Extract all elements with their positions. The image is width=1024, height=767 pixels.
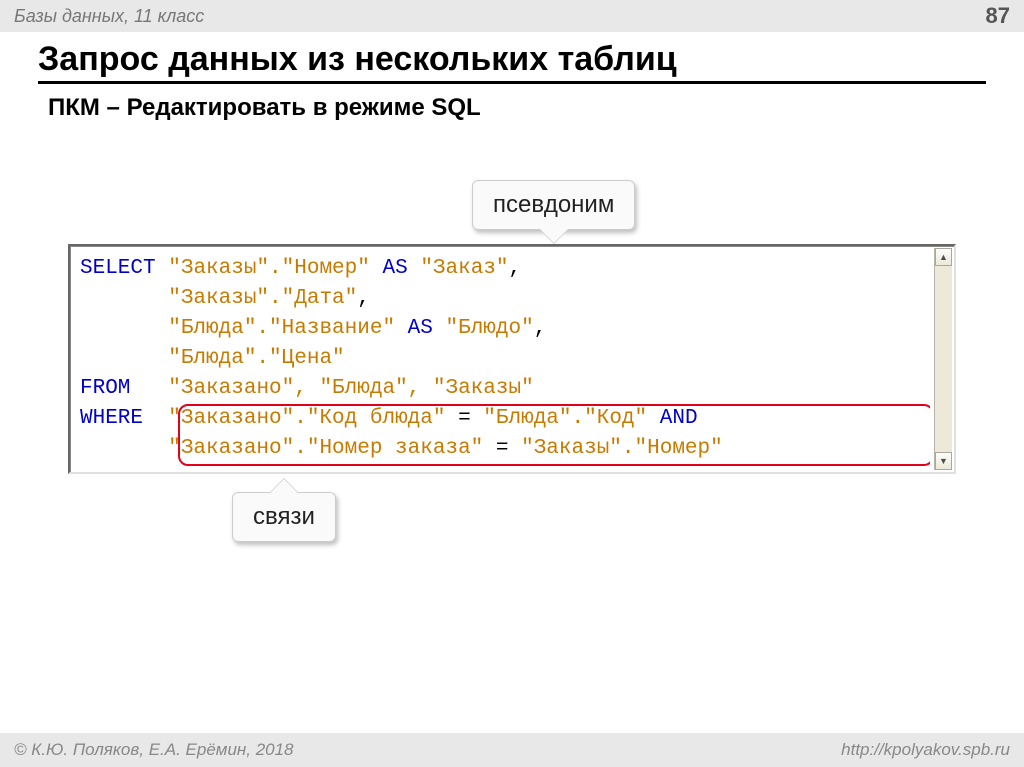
course-label: Базы данных, 11 класс (14, 6, 204, 27)
scrollbar[interactable]: ▲ ▼ (934, 248, 952, 470)
callout-alias-label: псевдоним (493, 191, 614, 218)
scroll-down-button[interactable]: ▼ (935, 452, 952, 470)
subtitle: ПКМ – Редактировать в режиме SQL (48, 94, 986, 122)
content: Запрос данных из нескольких таблиц ПКМ –… (0, 32, 1024, 733)
footer-url: http://kpolyakov.spb.ru (841, 740, 1010, 760)
footer-bar: К.Ю. Поляков, Е.А. Ерёмин, 2018 http://k… (0, 733, 1024, 767)
sql-code: SELECT "Заказы"."Номер" AS "Заказ", "Зак… (80, 254, 930, 466)
header-bar: Базы данных, 11 класс 87 (0, 0, 1024, 32)
callout-alias: псевдоним (472, 180, 635, 230)
page-title: Запрос данных из нескольких таблиц (38, 40, 986, 84)
copyright: К.Ю. Поляков, Е.А. Ерёмин, 2018 (14, 740, 294, 760)
sql-code-frame: SELECT "Заказы"."Номер" AS "Заказ", "Зак… (68, 244, 956, 474)
page-number: 87 (986, 3, 1010, 29)
callout-links: связи (232, 492, 336, 542)
scroll-up-button[interactable]: ▲ (935, 248, 952, 266)
scroll-track[interactable] (935, 266, 952, 452)
callout-links-label: связи (253, 503, 315, 530)
